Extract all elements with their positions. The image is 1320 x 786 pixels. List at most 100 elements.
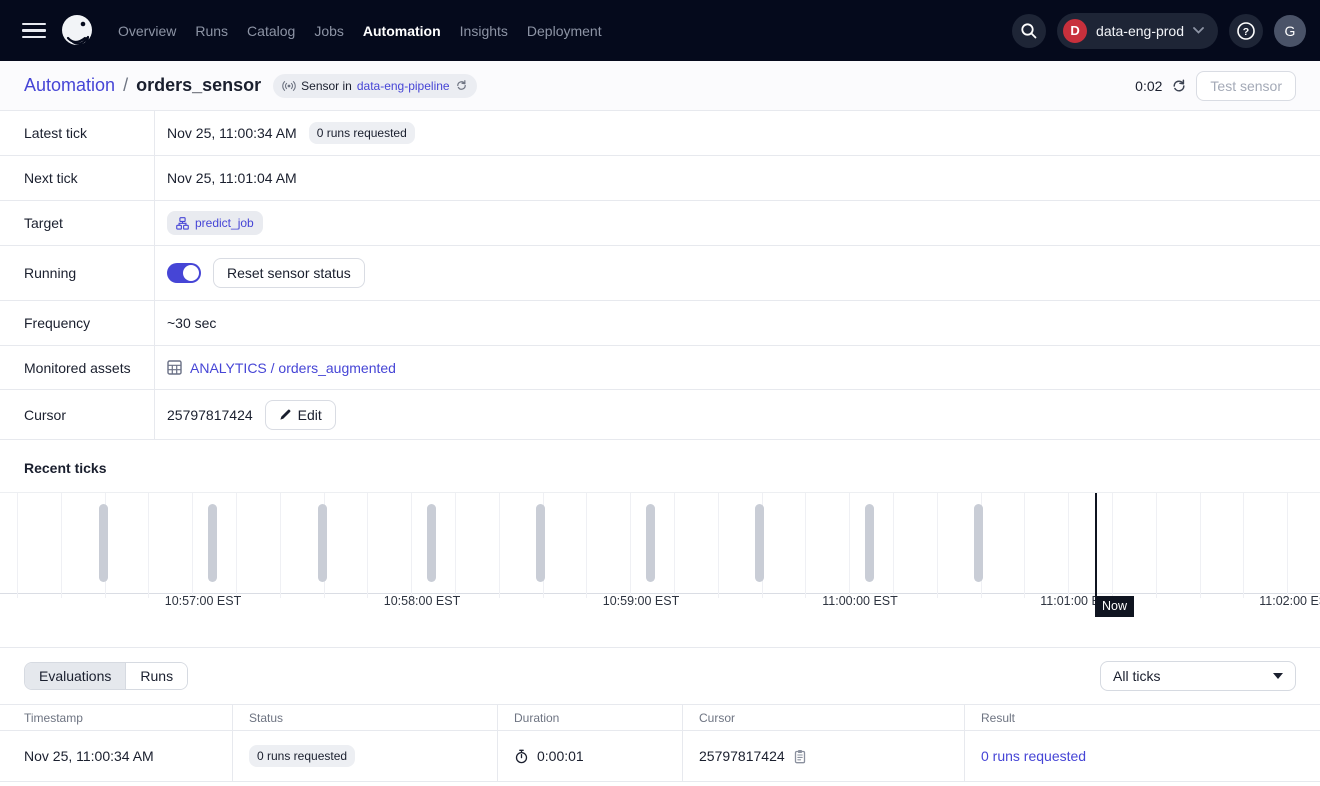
row-cursor: Cursor 25797817424 Edit	[0, 390, 1320, 440]
help-icon[interactable]: ?	[1229, 14, 1263, 48]
timeline-gridline	[849, 493, 850, 598]
timeline-gridline	[1024, 493, 1025, 598]
reset-sensor-status-button[interactable]: Reset sensor status	[213, 258, 365, 288]
search-icon[interactable]	[1012, 14, 1046, 48]
row-cursor: 25797817424	[699, 748, 785, 764]
tick-bar[interactable]	[427, 504, 436, 582]
breadcrumb-actions: 0:02 Test sensor	[1135, 71, 1296, 101]
target-job-chip[interactable]: predict_job	[167, 211, 263, 235]
latest-tick-label: Latest tick	[0, 111, 155, 155]
timeline-gridline	[1287, 493, 1288, 598]
code-location-link[interactable]: data-eng-pipeline	[357, 79, 450, 93]
tick-bar[interactable]	[865, 504, 874, 582]
tick-filter-dropdown[interactable]: All ticks	[1100, 661, 1296, 691]
recent-ticks-heading: Recent ticks	[0, 440, 1320, 476]
latest-tick-status-badge: 0 runs requested	[309, 122, 415, 144]
timeline-gridline	[148, 493, 149, 598]
tab-runs[interactable]: Runs	[125, 663, 187, 689]
now-marker-line	[1095, 493, 1097, 597]
sensor-type-badge: Sensor in data-eng-pipeline	[273, 74, 476, 98]
row-duration: 0:00:01	[537, 748, 584, 764]
breadcrumb-bar: Automation / orders_sensor Sensor in dat…	[0, 61, 1320, 111]
nav-item-jobs[interactable]: Jobs	[314, 23, 344, 39]
timeline-axis-label: 11:02:00 EST	[1259, 594, 1320, 608]
nav-item-deployment[interactable]: Deployment	[527, 23, 602, 39]
edit-cursor-button[interactable]: Edit	[265, 400, 336, 430]
monitored-asset-name: ANALYTICS / orders_augmented	[190, 360, 396, 376]
timeline-gridline	[718, 493, 719, 598]
timeline-gridline	[674, 493, 675, 598]
nav-item-automation[interactable]: Automation	[363, 23, 441, 39]
sensor-badge-prefix: Sensor in	[301, 79, 352, 93]
now-marker-label: Now	[1095, 596, 1134, 617]
column-header-duration: Duration	[498, 705, 683, 730]
column-header-result: Result	[965, 705, 1320, 730]
timeline-gridline	[1200, 493, 1201, 598]
tick-bar[interactable]	[974, 504, 983, 582]
tick-bar[interactable]	[99, 504, 108, 582]
top-nav-right: D data-eng-prod ? G	[1012, 13, 1306, 49]
evaluations-toolbar: Evaluations Runs All ticks	[0, 647, 1320, 704]
evaluations-table-header: TimestampStatusDurationCursorResult	[0, 704, 1320, 731]
nav-item-catalog[interactable]: Catalog	[247, 23, 295, 39]
tick-bar[interactable]	[318, 504, 327, 582]
timeline-gridline	[893, 493, 894, 598]
refresh-icon[interactable]	[1171, 78, 1187, 94]
timeline-gridline	[499, 493, 500, 598]
row-status-badge: 0 runs requested	[249, 745, 355, 767]
monitored-asset-link[interactable]: ANALYTICS / orders_augmented	[167, 360, 396, 376]
svg-text:?: ?	[1243, 26, 1249, 38]
tick-bar[interactable]	[646, 504, 655, 582]
deployment-name: data-eng-prod	[1096, 23, 1184, 39]
column-header-timestamp: Timestamp	[0, 705, 233, 730]
nav-item-insights[interactable]: Insights	[460, 23, 508, 39]
timeline-gridline	[411, 493, 412, 598]
tick-bar[interactable]	[755, 504, 764, 582]
reload-location-icon[interactable]	[455, 79, 468, 92]
tick-timeline: Now 10:57:00 EST10:58:00 EST10:59:00 EST…	[0, 492, 1320, 617]
target-label: Target	[0, 201, 155, 245]
job-icon	[176, 217, 189, 230]
view-segmented-control: Evaluations Runs	[24, 662, 188, 690]
deployment-badge: D	[1063, 19, 1087, 43]
latest-tick-value: Nov 25, 11:00:34 AM	[167, 125, 297, 141]
test-sensor-button[interactable]: Test sensor	[1196, 71, 1296, 101]
deployment-switcher[interactable]: D data-eng-prod	[1057, 13, 1218, 49]
copy-cursor-icon[interactable]	[793, 749, 807, 764]
timeline-axis-label: 11:00:00 EST	[822, 594, 898, 608]
dropdown-caret-icon	[1273, 673, 1283, 679]
page-title: orders_sensor	[136, 75, 261, 96]
frequency-value: ~30 sec	[167, 315, 216, 331]
nav-item-overview[interactable]: Overview	[118, 23, 176, 39]
user-avatar[interactable]: G	[1274, 15, 1306, 47]
tab-evaluations[interactable]: Evaluations	[25, 663, 125, 689]
tick-bar[interactable]	[208, 504, 217, 582]
cursor-value: 25797817424	[167, 407, 253, 423]
tick-bar[interactable]	[536, 504, 545, 582]
pencil-icon	[279, 408, 292, 421]
row-result-link[interactable]: 0 runs requested	[981, 748, 1086, 764]
timeline-gridline	[367, 493, 368, 598]
timeline-gridline	[192, 493, 193, 598]
cursor-label: Cursor	[0, 390, 155, 439]
column-header-status: Status	[233, 705, 498, 730]
timeline-gridline	[630, 493, 631, 598]
timeline-gridline	[1156, 493, 1157, 598]
timeline-gridline	[280, 493, 281, 598]
timeline-gridline	[1243, 493, 1244, 598]
asset-table-icon	[167, 360, 182, 375]
running-toggle[interactable]	[167, 263, 201, 283]
row-running: Running Reset sensor status	[0, 246, 1320, 301]
hamburger-menu-icon[interactable]	[14, 11, 54, 51]
timeline-gridline	[805, 493, 806, 598]
breadcrumb-separator: /	[123, 75, 128, 96]
dagster-logo-icon	[58, 12, 96, 50]
timeline-gridline	[455, 493, 456, 598]
monitored-assets-label: Monitored assets	[0, 346, 155, 389]
breadcrumb-automation-link[interactable]: Automation	[24, 75, 115, 96]
nav-items: Overview Runs Catalog Jobs Automation Insight…	[118, 23, 602, 39]
row-target: Target predict_job	[0, 201, 1320, 246]
row-timestamp: Nov 25, 11:00:34 AM	[24, 748, 154, 764]
row-next-tick: Next tick Nov 25, 11:01:04 AM	[0, 156, 1320, 201]
nav-item-runs[interactable]: Runs	[195, 23, 228, 39]
